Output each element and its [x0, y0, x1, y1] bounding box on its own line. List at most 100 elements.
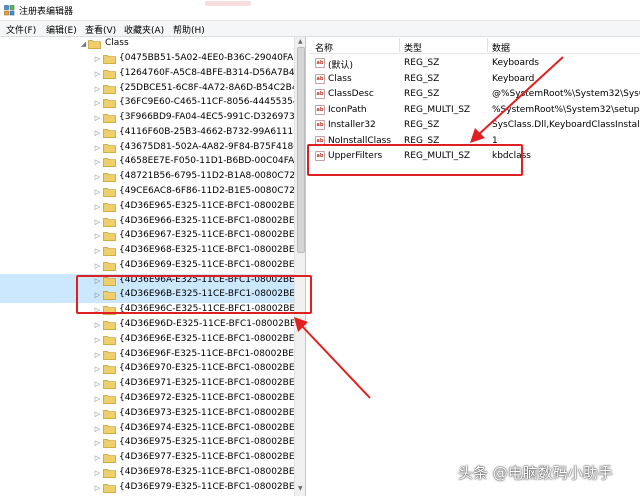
tree-item[interactable]: ▷ {4D36E967-E325-11CE-BFC1-08002BE10 — [0, 229, 305, 244]
value-row[interactable]: ab Class REG_SZ Keyboard — [309, 72, 640, 87]
tree-item[interactable]: ▷ {4D36E966-E325-11CE-BFC1-08002BE10 — [0, 215, 305, 230]
tree-item[interactable]: ▷ {4D36E969-E325-11CE-BFC1-08002BE10 — [0, 259, 305, 274]
tree-item[interactable]: ▷ {4658EE7E-F050-11D1-B6BD-00C04FA37 — [0, 155, 305, 170]
expand-arrow-icon[interactable]: ▷ — [94, 439, 101, 448]
column-name-header[interactable]: 名称 — [315, 41, 333, 54]
expand-arrow-icon[interactable]: ▷ — [94, 232, 101, 241]
expand-arrow-icon[interactable]: ▷ — [94, 203, 101, 212]
menu-edit[interactable]: 编辑(E) — [46, 23, 77, 36]
value-data: @%SystemRoot%\System32\SysCl — [492, 89, 640, 99]
value-row[interactable]: ab IconPath REG_MULTI_SZ %SystemRoot%\Syste… — [309, 103, 640, 118]
menu-file[interactable]: 文件(F) — [6, 23, 36, 36]
expand-arrow-icon[interactable]: ▷ — [94, 173, 101, 182]
tree-item-label: {25DBCE51-6C8F-4A72-8A6D-B54C2B4FC — [119, 82, 306, 93]
tree-item[interactable]: ▷ {4D36E971-E325-11CE-BFC1-08002BE10 — [0, 377, 305, 392]
scroll-up-icon[interactable]: ▲ — [298, 38, 303, 45]
tree-item[interactable]: ▷ {49CE6AC8-6F86-11D2-B1E5-0080C72E74 — [0, 185, 305, 200]
column-data-header[interactable]: 数据 — [492, 41, 510, 54]
tree-item[interactable]: ▷ {36FC9E60-C465-11CF-8056-4445535400 — [0, 96, 305, 111]
column-divider[interactable] — [487, 38, 488, 52]
tree-item[interactable]: ▷ {43675D81-502A-4A82-9F84-B75F418C5D — [0, 141, 305, 156]
expand-arrow-icon[interactable]: ▷ — [94, 336, 101, 345]
menu-help[interactable]: 帮助(H) — [173, 23, 205, 36]
expand-arrow-icon[interactable]: ▷ — [94, 114, 101, 123]
folder-icon — [103, 483, 116, 493]
tree-item[interactable]: ▷ {4D36E975-E325-11CE-BFC1-08002BE10 — [0, 436, 305, 451]
expand-arrow-icon[interactable]: ▷ — [94, 321, 101, 330]
expand-arrow-icon[interactable]: ▷ — [94, 99, 101, 108]
expand-arrow-icon[interactable]: ▷ — [94, 484, 101, 493]
tree-item[interactable]: ▷ {1264760F-A5C8-4BFE-B314-D56A7B44A — [0, 67, 305, 82]
expand-arrow-icon[interactable]: ▷ — [94, 85, 101, 94]
registry-key-tree[interactable]: ◢ Class ▷ {0475BB51-5A02-4EE0-B36C-29040F… — [0, 37, 306, 496]
tree-item[interactable]: ▷ {4D36E970-E325-11CE-BFC1-08002BE10 — [0, 362, 305, 377]
menu-view[interactable]: 查看(V) — [85, 23, 116, 36]
expand-arrow-icon[interactable]: ▷ — [94, 380, 101, 389]
folder-icon — [88, 40, 101, 49]
value-row[interactable]: ab Installer32 REG_SZ SysClass.Dll,Keyboard… — [309, 118, 640, 133]
scroll-down-icon[interactable]: ▼ — [298, 485, 303, 492]
tree-item-label: {36FC9E60-C465-11CF-8056-4445535400 — [119, 97, 306, 108]
menu-favorites[interactable]: 收藏夹(A) — [124, 23, 164, 36]
expand-arrow-icon[interactable]: ▷ — [94, 410, 101, 419]
tree-item[interactable]: ▷ {4D36E978-E325-11CE-BFC1-08002BE10 — [0, 466, 305, 481]
expand-arrow-icon[interactable]: ▷ — [94, 218, 101, 227]
tree-item[interactable]: ▷ {4D36E973-E325-11CE-BFC1-08002BE10 — [0, 407, 305, 422]
expand-arrow-icon[interactable]: ▷ — [94, 469, 101, 478]
expand-arrow-icon[interactable]: ▷ — [94, 158, 101, 167]
value-highlight-box — [307, 144, 523, 176]
tree-item[interactable]: ▷ {25DBCE51-6C8F-4A72-8A6D-B54C2B4FC — [0, 82, 305, 97]
expand-arrow-icon[interactable]: ▷ — [94, 55, 101, 64]
tree-item-label: {3F966BD9-FA04-4EC5-991C-D326973B5 — [119, 112, 306, 123]
tree-item-class[interactable]: ◢ Class — [0, 37, 294, 52]
column-type-header[interactable]: 类型 — [404, 41, 422, 54]
collapse-arrow-icon[interactable]: ◢ — [80, 40, 87, 49]
tree-item[interactable]: ▷ {3F966BD9-FA04-4EC5-991C-D326973B5 — [0, 111, 305, 126]
folder-icon — [103, 143, 116, 153]
folder-icon — [103, 114, 116, 124]
tree-item-label: {4D36E975-E325-11CE-BFC1-08002BE10 — [119, 437, 306, 448]
tree-item-label: {4D36E968-E325-11CE-BFC1-08002BE10 — [119, 245, 306, 256]
expand-arrow-icon[interactable]: ▷ — [94, 454, 101, 463]
tree-item[interactable]: ▷ {4D36E96D-E325-11CE-BFC1-08002BE10 — [0, 318, 305, 333]
expand-arrow-icon[interactable]: ▷ — [94, 188, 101, 197]
expand-arrow-icon[interactable]: ▷ — [94, 144, 101, 153]
tree-item[interactable]: ▷ {4D36E965-E325-11CE-BFC1-08002BE10 — [0, 200, 305, 215]
values-header: 名称 类型 数据 — [309, 37, 640, 54]
registry-values-list[interactable]: 名称 类型 数据 ab (默认) REG_SZ Keyboards ab Class REG… — [309, 37, 640, 496]
expand-arrow-icon[interactable]: ▷ — [94, 70, 101, 79]
tree-item[interactable]: ▷ {4D36E977-E325-11CE-BFC1-08002BE10 — [0, 451, 305, 466]
value-row[interactable]: ab (默认) REG_SZ Keyboards — [309, 56, 640, 71]
tree-item[interactable]: ▷ {0475BB51-5A02-4EE0-B36C-29040FAD2 — [0, 52, 305, 67]
tree-scrollbar[interactable]: ▲ ▼ — [294, 37, 305, 496]
folder-icon — [103, 395, 116, 404]
tree-item-label: {4658EE7E-F050-11D1-B6BD-00C04FA37 — [119, 156, 306, 167]
tree-item-label: {4D36E978-E325-11CE-BFC1-08002BE10 — [119, 466, 306, 477]
window-title: 注册表编辑器 — [19, 7, 74, 17]
expand-arrow-icon[interactable]: ▷ — [94, 247, 101, 256]
value-data: Keyboards — [492, 58, 539, 68]
expand-arrow-icon[interactable]: ▷ — [94, 129, 101, 138]
expand-arrow-icon[interactable]: ▷ — [94, 262, 101, 271]
folder-icon — [103, 99, 116, 109]
expand-arrow-icon[interactable]: ▷ — [94, 365, 101, 374]
folder-icon — [103, 454, 116, 464]
scrollbar-thumb[interactable] — [297, 47, 305, 253]
column-divider[interactable] — [399, 38, 400, 52]
tree-item[interactable]: ▷ {4116F60B-25B3-4662-B732-99A6111ED0 — [0, 126, 305, 141]
tree-item[interactable]: ▷ {48721B56-6795-11D2-B1A8-0080C72E74 — [0, 170, 305, 185]
expand-arrow-icon[interactable]: ▷ — [94, 425, 101, 434]
blurred-artifact — [205, 1, 251, 6]
tree-item[interactable]: ▷ {4D36E974-E325-11CE-BFC1-08002BE10 — [0, 422, 305, 437]
expand-arrow-icon[interactable]: ▷ — [94, 351, 101, 360]
tree-item[interactable]: ▷ {4D36E96E-E325-11CE-BFC1-08002BE10 — [0, 333, 305, 348]
folder-icon — [103, 129, 116, 138]
tree-item-label: {4D36E971-E325-11CE-BFC1-08002BE10 — [119, 378, 306, 389]
tree-item[interactable]: ▷ {4D36E972-E325-11CE-BFC1-08002BE10 — [0, 392, 305, 407]
tree-item[interactable]: ▷ {4D36E96F-E325-11CE-BFC1-08002BE10 — [0, 348, 305, 363]
expand-arrow-icon[interactable]: ▷ — [94, 395, 101, 404]
folder-icon — [103, 424, 116, 434]
tree-item[interactable]: ▷ {4D36E968-E325-11CE-BFC1-08002BE10 — [0, 244, 305, 259]
tree-item[interactable]: ▷ {4D36E979-E325-11CE-BFC1-08002BE10 — [0, 481, 305, 496]
value-row[interactable]: ab ClassDesc REG_SZ @%SystemRoot%\System32\… — [309, 87, 640, 102]
